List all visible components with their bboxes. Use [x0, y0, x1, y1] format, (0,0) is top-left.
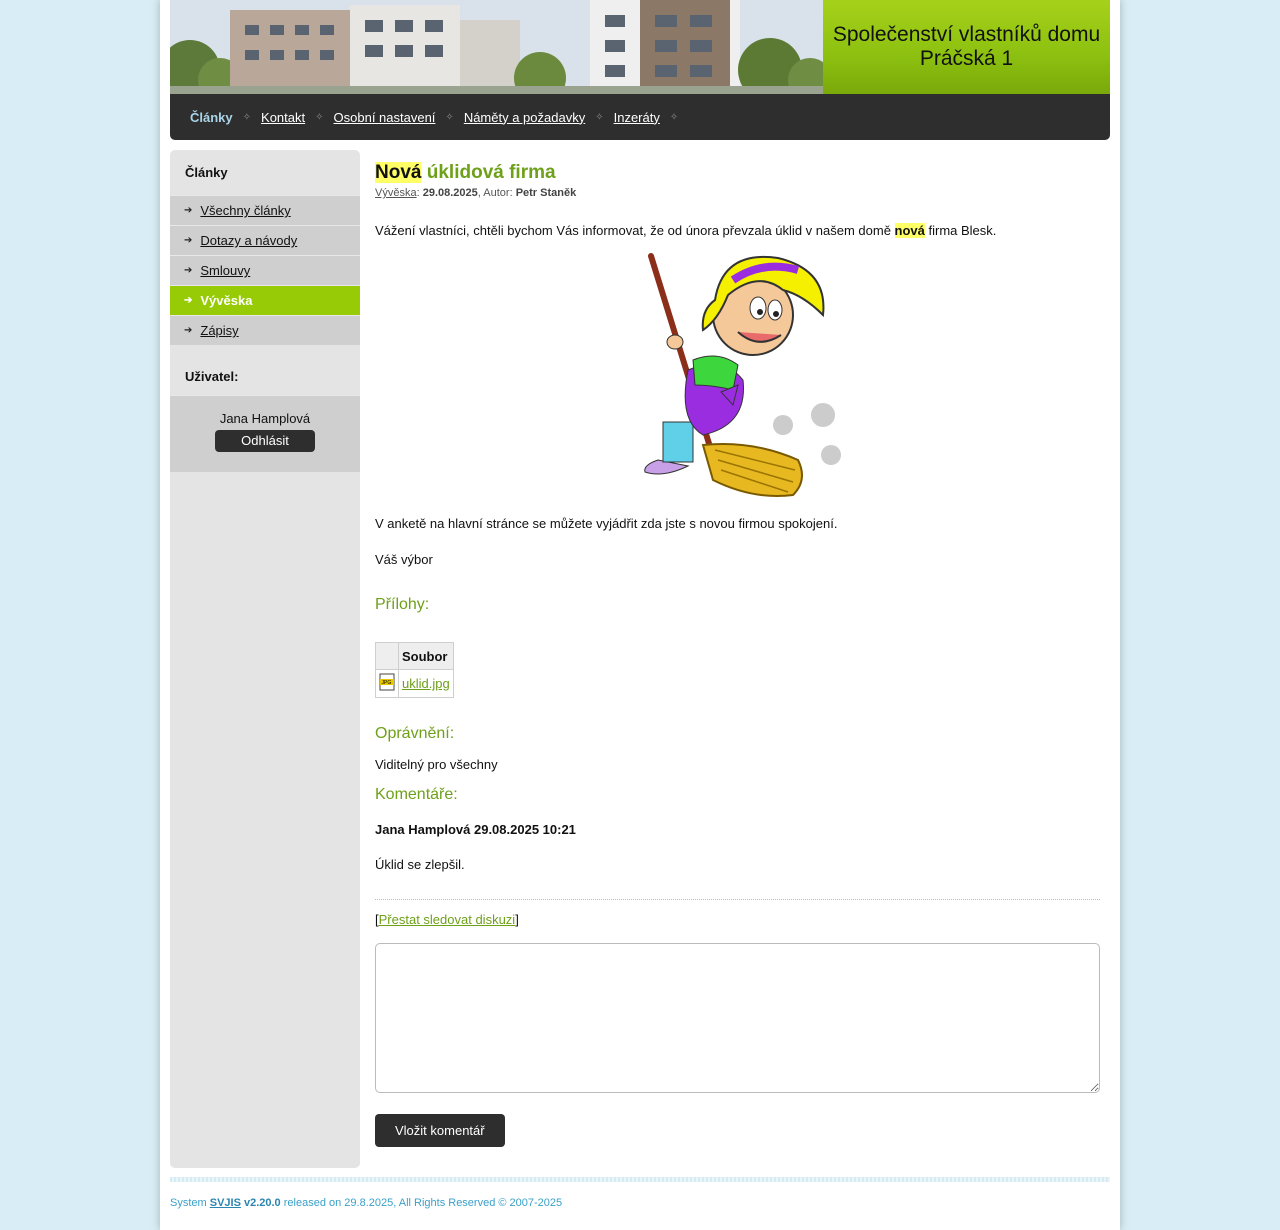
nav-namety-a-pozadavky[interactable]: Náměty a požadavky — [464, 110, 585, 125]
header-building-photo — [170, 0, 823, 94]
comment-author: Jana Hamplová 29.08.2025 10:21 — [375, 822, 576, 837]
unfollow-link[interactable]: Přestat sledovat diskuzi — [379, 912, 516, 927]
article-image — [375, 250, 1100, 502]
article-title: Nová úklidová firma — [375, 160, 1100, 186]
nav-separator-icon: ✧ — [669, 111, 679, 123]
footer-version: v2.20.0 — [240, 1197, 281, 1209]
table-header-cell — [375, 642, 399, 670]
table-row: JPG uklid.jpg — [375, 669, 454, 698]
site-title-box: Společenství vlastníků domu Práčská 1 — [823, 0, 1110, 94]
user-name: Jana Hamplová — [219, 411, 311, 426]
main-nav: Články ✧ Kontakt ✧ Osobní nastavení ✧ Námět… — [170, 94, 1110, 140]
nav-separator-icon: ✧ — [315, 111, 324, 123]
site-title: Společenství vlastníků domu Práčská 1 — [832, 23, 1101, 70]
logout-button[interactable]: Odhlásit — [215, 430, 315, 452]
footer: System SVJIS v2.20.0 released on 29.8.20… — [170, 1197, 562, 1209]
title-highlight: Nová — [375, 162, 422, 183]
article-author: Petr Staněk — [515, 187, 577, 199]
svg-text:JPG: JPG — [382, 680, 392, 686]
svjis-link[interactable]: SVJIS — [210, 1197, 241, 1209]
nav-separator-icon: ✧ — [445, 111, 454, 123]
category-link[interactable]: Vývěska — [375, 187, 417, 199]
table-cell: JPG — [375, 669, 399, 698]
user-heading: Uživatel: — [185, 369, 239, 384]
sidebar: Články ➔ Všechny články ➔ Dotazy a návody … — [170, 150, 360, 1168]
table-header-cell: Soubor — [398, 642, 454, 670]
sidebar-item-label: Dotazy a návody — [200, 233, 298, 248]
nav-inzeraty[interactable]: Inzeráty — [614, 110, 660, 125]
table-cell: uklid.jpg — [398, 669, 454, 698]
nav-kontakt[interactable]: Kontakt — [261, 110, 305, 125]
footer-prefix: System — [170, 1197, 210, 1209]
submit-comment-button[interactable]: Vložit komentář — [375, 1114, 505, 1147]
table-header-row: Soubor — [375, 642, 454, 670]
sidebar-item-zapisy[interactable]: ➔ Zápisy — [170, 315, 360, 345]
user-box: Jana Hamplová Odhlásit — [170, 395, 360, 472]
sidebar-item-label: Vývěska — [200, 293, 253, 308]
main-content: Nová úklidová firma Vývěska: 29.08.2025,… — [375, 160, 1100, 1147]
permissions-value: Viditelný pro všechny — [375, 757, 498, 772]
header: Společenství vlastníků domu Práčská 1 — [170, 0, 1110, 95]
page: Společenství vlastníků domu Práčská 1 Člá… — [160, 0, 1120, 1230]
sidebar-item-vsechny-clanky[interactable]: ➔ Všechny články — [170, 195, 360, 225]
permissions-heading: Oprávnění: — [375, 725, 455, 742]
unfollow-wrapper: [Přestat sledovat diskuzi] — [375, 912, 519, 927]
text-highlight: nová — [894, 223, 925, 238]
nav-clanky[interactable]: Články — [190, 110, 233, 125]
arrow-right-icon: ➔ — [184, 235, 193, 246]
author-label: , Autor: — [477, 187, 516, 199]
nav-separator-icon: ✧ — [242, 111, 252, 123]
attachments-heading: Přílohy: — [375, 596, 430, 613]
article-meta: Vývěska: 29.08.2025, Autor: Petr Staněk — [375, 187, 577, 199]
sidebar-item-label: Zápisy — [200, 323, 239, 338]
arrow-right-icon: ➔ — [184, 295, 193, 306]
sidebar-item-vyveska[interactable]: ➔ Vývěska — [170, 285, 360, 315]
jpg-file-icon: JPG — [379, 673, 395, 694]
arrow-right-icon: ➔ — [184, 325, 193, 336]
sidebar-item-label: Smlouvy — [200, 263, 251, 278]
divider — [375, 899, 1100, 900]
nav-separator-icon: ✧ — [595, 111, 604, 123]
sidebar-item-smlouvy[interactable]: ➔ Smlouvy — [170, 255, 360, 285]
attachments-table: Soubor JPG uklid.jpg — [375, 642, 454, 698]
article-paragraph: Vážení vlastníci, chtěli bychom Vás info… — [375, 223, 997, 238]
comments-heading: Komentáře: — [375, 786, 458, 803]
attachment-link[interactable]: uklid.jpg — [402, 676, 450, 691]
article-date: 29.08.2025 — [422, 187, 478, 199]
article-paragraph: V anketě na hlavní stránce se můžete vyj… — [375, 516, 838, 531]
title-rest: úklidová firma — [421, 162, 556, 183]
footer-suffix: released on 29.8.2025, All Rights Reserv… — [280, 1197, 563, 1209]
sidebar-heading: Články — [185, 165, 228, 180]
footer-divider — [170, 1177, 1110, 1182]
article-signature: Váš výbor — [375, 552, 433, 567]
comment-textarea[interactable] — [375, 943, 1100, 1093]
sidebar-item-dotazy-a-navody[interactable]: ➔ Dotazy a návody — [170, 225, 360, 255]
arrow-right-icon: ➔ — [184, 265, 193, 276]
sidebar-item-label: Všechny články — [200, 203, 291, 218]
comment-text: Úklid se zlepšil. — [375, 857, 465, 872]
arrow-right-icon: ➔ — [184, 205, 193, 216]
nav-osobni-nastaveni[interactable]: Osobní nastavení — [334, 110, 436, 125]
